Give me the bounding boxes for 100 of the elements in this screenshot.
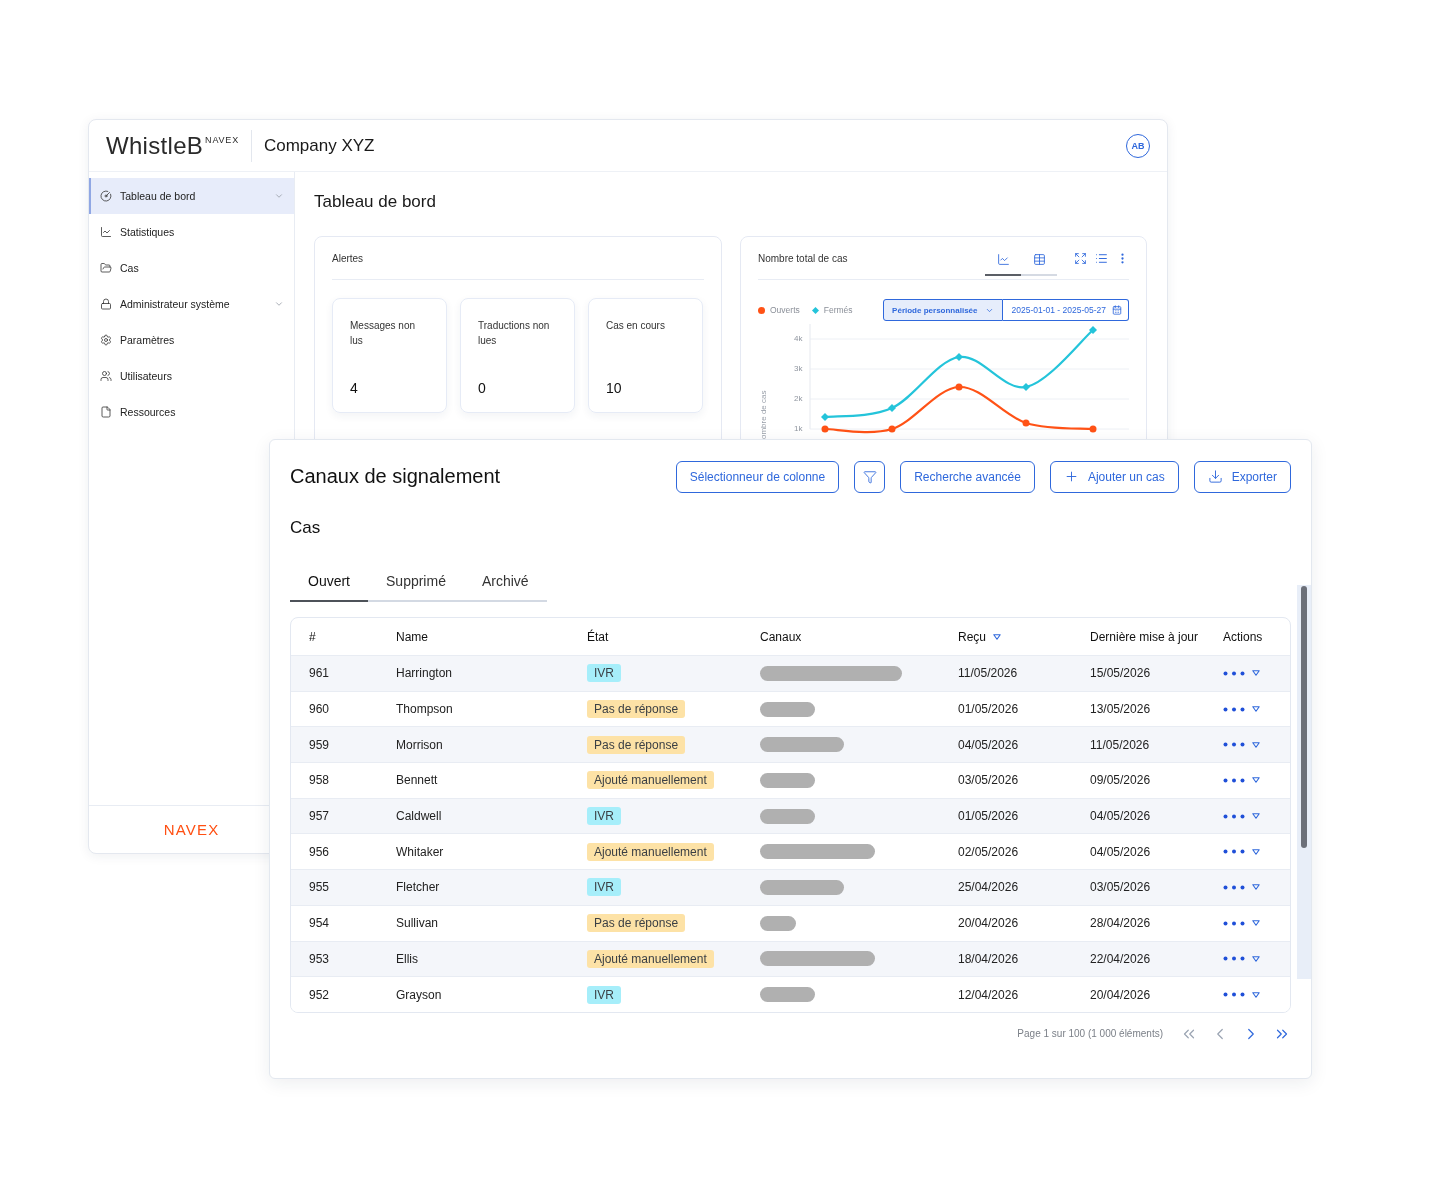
- plus-icon: [1063, 469, 1079, 484]
- caret-icon[interactable]: [1252, 884, 1260, 891]
- caret-icon[interactable]: [1252, 670, 1260, 677]
- case-name: Sullivan: [396, 916, 439, 931]
- caret-icon[interactable]: [1252, 955, 1260, 962]
- settings-icon: [100, 334, 112, 346]
- caret-icon[interactable]: [1252, 991, 1260, 998]
- sidebar-item[interactable]: Statistiques: [89, 214, 294, 250]
- list-icon[interactable]: [1095, 251, 1108, 265]
- sort-icon[interactable]: [993, 633, 1001, 640]
- tab[interactable]: Archivé: [463, 562, 547, 602]
- axis-tick-label: 1k: [794, 424, 803, 434]
- table-row[interactable]: 959 Morrison Pas de réponse 04/05/2026 11/05/2026: [291, 726, 1290, 763]
- received-date: 01/05/2026: [958, 702, 1019, 717]
- table-row[interactable]: 953 Ellis Ajouté manuellement 18/04/2026 22/04/2026: [291, 940, 1290, 977]
- more-icon[interactable]: [1223, 777, 1245, 783]
- caret-icon[interactable]: [1252, 848, 1260, 855]
- data-point: [821, 425, 829, 433]
- expand-icon[interactable]: [1074, 251, 1087, 265]
- updated-date: 04/05/2026: [1090, 844, 1151, 859]
- export-button[interactable]: Exporter: [1193, 460, 1291, 493]
- caret-icon[interactable]: [1252, 920, 1260, 927]
- tab[interactable]: Ouvert: [290, 562, 368, 602]
- received-date: 20/04/2026: [958, 916, 1019, 931]
- case-number: 955: [309, 880, 330, 895]
- case-name: Ellis: [396, 951, 418, 966]
- data-point: [821, 413, 829, 421]
- column-selector-button[interactable]: Sélectionneur de colonne: [675, 460, 840, 493]
- column-header: Name: [396, 629, 428, 644]
- updated-date: 09/05/2026: [1090, 773, 1151, 788]
- updated-date: 04/05/2026: [1090, 809, 1151, 824]
- data-point: [888, 425, 896, 433]
- stat-value: 4: [350, 380, 358, 396]
- column-header: Actions: [1223, 629, 1263, 644]
- received-date: 11/05/2026: [958, 666, 1018, 681]
- axis-title: ombre de cas: [759, 390, 768, 439]
- stat-value: 0: [478, 380, 486, 396]
- scrollbar-thumb[interactable]: [1301, 586, 1307, 848]
- column-header: État: [587, 629, 609, 644]
- case-name: Thompson: [396, 702, 453, 717]
- case-number: 961: [309, 666, 330, 681]
- sidebar-item[interactable]: Utilisateurs: [89, 358, 294, 394]
- add-case-button[interactable]: Ajouter un cas: [1049, 460, 1179, 493]
- redacted-bar: [760, 915, 796, 931]
- caret-icon[interactable]: [1252, 777, 1260, 784]
- avatar[interactable]: AB: [1126, 133, 1150, 158]
- more-icon[interactable]: [1223, 920, 1245, 926]
- status-tag: Pas de réponse: [587, 914, 686, 933]
- advanced-search-button[interactable]: Recherche avancée: [900, 460, 1035, 493]
- tab[interactable]: Supprimé: [368, 562, 464, 602]
- received-date: 25/04/2026: [958, 880, 1019, 895]
- table-row[interactable]: 955 Fletcher IVR 25/04/2026 03/05/2026: [291, 869, 1290, 905]
- caret-icon[interactable]: [1252, 741, 1260, 748]
- caret-icon[interactable]: [1252, 813, 1260, 820]
- company-name: Company XYZ: [263, 135, 375, 156]
- column-header: Dernière mise à jour: [1090, 629, 1199, 644]
- axis-tick-label: 2k: [794, 394, 803, 404]
- scrollbar-track[interactable]: [1297, 585, 1311, 979]
- sidebar-item[interactable]: Tableau de bord: [89, 178, 294, 214]
- sidebar-item[interactable]: Ressources: [89, 394, 294, 430]
- status-tag: IVR: [587, 878, 621, 897]
- case-number: 959: [309, 737, 330, 752]
- more-icon[interactable]: [1223, 670, 1245, 676]
- case-number: 954: [309, 916, 330, 931]
- more-icon[interactable]: [1223, 706, 1245, 712]
- legend-label: Fermés: [823, 305, 853, 315]
- gauge-icon: [100, 190, 112, 202]
- page-title: Tableau de bord: [314, 191, 437, 213]
- more-icon[interactable]: [1223, 849, 1245, 855]
- redacted-bar: [760, 808, 815, 824]
- axis-tick-label: 3k: [794, 364, 803, 374]
- caret-icon[interactable]: [1252, 706, 1260, 713]
- received-date: 01/05/2026: [958, 809, 1019, 824]
- more-icon[interactable]: [1223, 742, 1245, 748]
- case-name: Harrington: [396, 666, 453, 681]
- case-number: 953: [309, 951, 330, 966]
- footer-logo: NAVEX: [163, 821, 220, 838]
- received-date: 02/05/2026: [958, 844, 1019, 859]
- more-icon[interactable]: [1223, 956, 1245, 962]
- table-row[interactable]: 952 Grayson IVR 12/04/2026 20/04/2026: [291, 976, 1290, 1012]
- filter-button[interactable]: [854, 460, 886, 493]
- redacted-bar: [760, 701, 815, 717]
- stat-label: Traductions non lues: [478, 319, 551, 348]
- more-icon[interactable]: [1223, 992, 1245, 998]
- period-select[interactable]: Période personnalisée: [883, 299, 1004, 321]
- more-icon[interactable]: [1223, 813, 1245, 819]
- received-date: 12/04/2026: [958, 987, 1019, 1002]
- status-tag: Pas de réponse: [587, 735, 686, 754]
- date-range-field[interactable]: 2025-01-01 - 2025-05-27: [1003, 299, 1129, 321]
- case-number: 957: [309, 809, 330, 824]
- sidebar-item[interactable]: Administrateur système: [89, 286, 294, 322]
- sidebar-item[interactable]: Paramètres: [89, 322, 294, 358]
- column-header: #: [309, 629, 316, 644]
- sidebar-item[interactable]: Cas: [89, 250, 294, 286]
- table-icon: [1032, 252, 1046, 266]
- table-row[interactable]: 957 Caldwell IVR 01/05/2026 04/05/2026: [291, 797, 1290, 834]
- line-chart-icon: [996, 252, 1010, 266]
- more-icon[interactable]: [1223, 884, 1245, 890]
- status-tag: IVR: [587, 664, 621, 683]
- table-row[interactable]: 961 Harrington IVR 11/05/2026 15/05/2026: [291, 655, 1290, 691]
